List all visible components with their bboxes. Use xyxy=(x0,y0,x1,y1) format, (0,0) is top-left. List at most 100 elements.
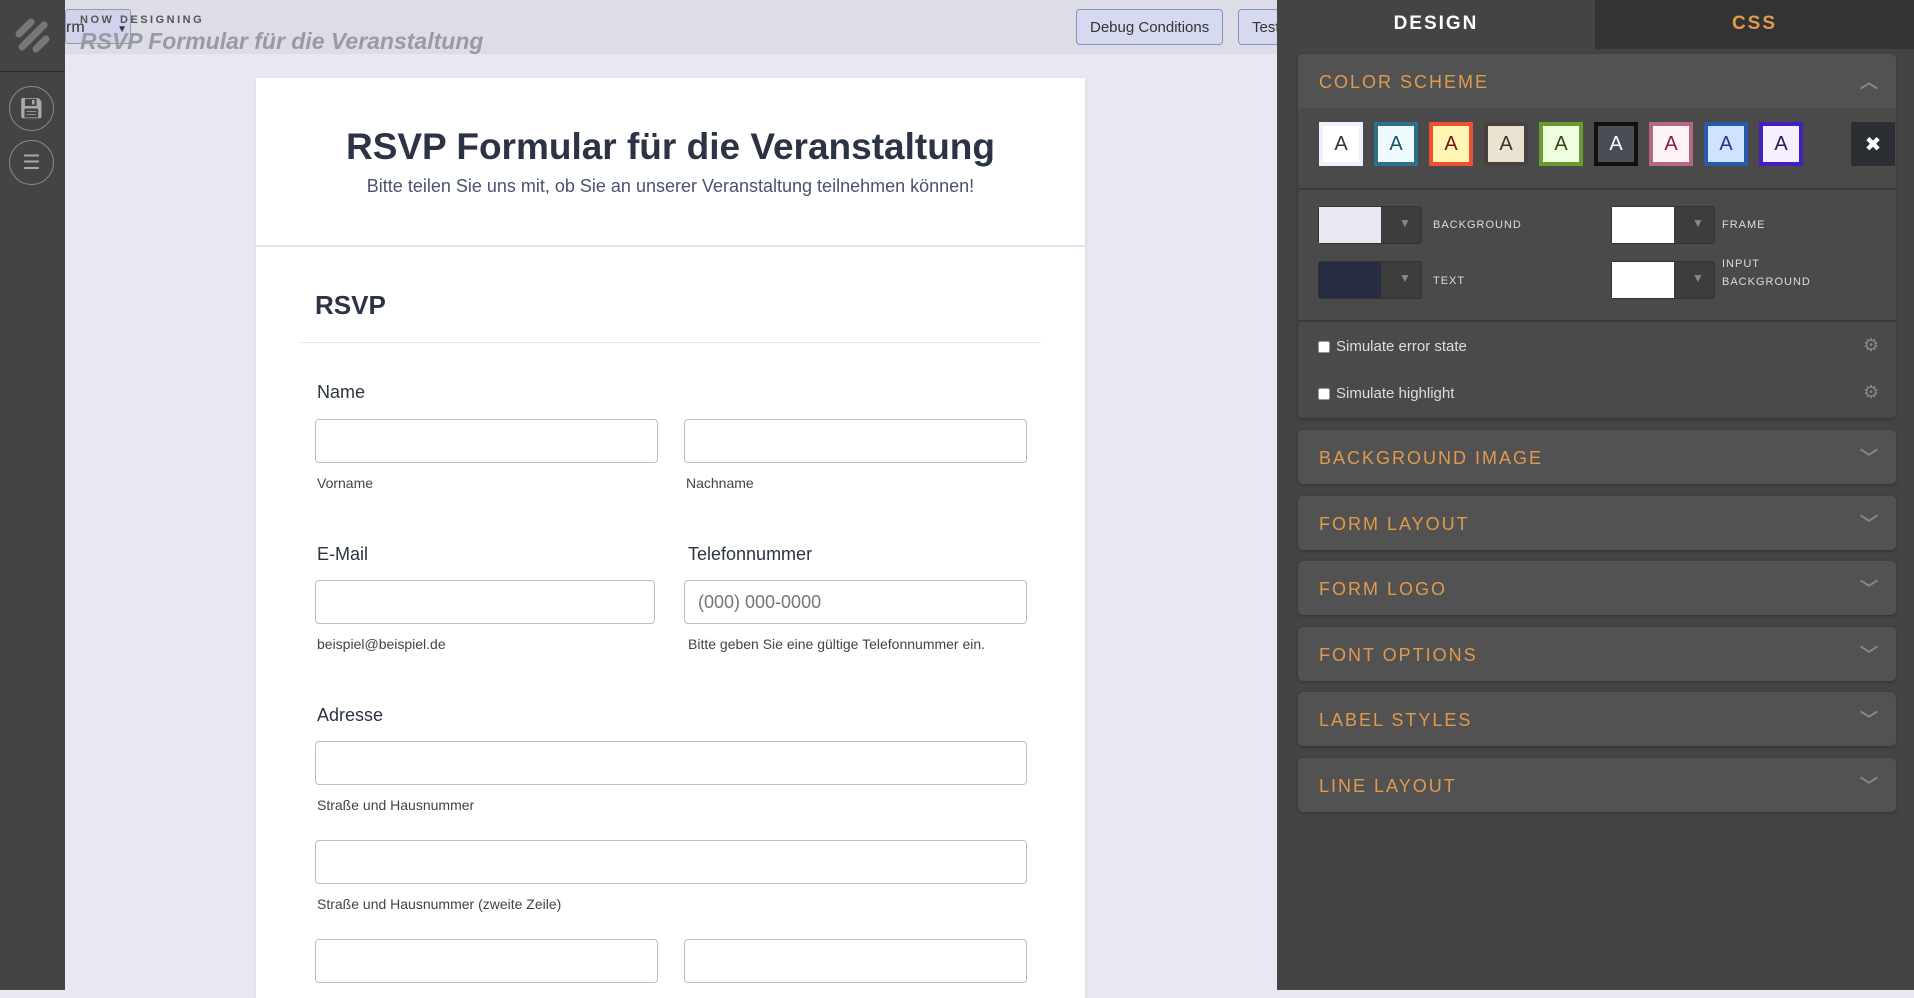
color-scheme-swatch[interactable]: A xyxy=(1539,122,1583,166)
simulate-highlight-label: Simulate highlight xyxy=(1336,385,1455,402)
background-label: BACKGROUND xyxy=(1433,219,1522,231)
reset-scheme-button[interactable]: ✖ xyxy=(1851,122,1895,166)
street-input[interactable] xyxy=(315,741,1027,785)
last-name-hint: Nachname xyxy=(686,475,754,491)
swatch-letter: A xyxy=(1664,132,1678,155)
gear-icon[interactable]: ⚙ xyxy=(1863,382,1879,403)
swatch-letter: A xyxy=(1499,132,1513,155)
left-sidebar: 💾︎ ☰ xyxy=(0,0,65,990)
chevron-down-icon: ﹀ xyxy=(1860,513,1878,534)
input-background-label-line2: BACKGROUND xyxy=(1722,276,1811,288)
first-name-hint: Vorname xyxy=(317,475,374,491)
simulate-error-label: Simulate error state xyxy=(1336,338,1467,355)
text-color-picker[interactable]: ▼ xyxy=(1318,261,1422,299)
last-name-input[interactable] xyxy=(684,419,1027,463)
save-icon: 💾︎ xyxy=(18,98,45,120)
chevron-down-icon: ﹀ xyxy=(1860,710,1878,730)
email-label: E-Mail xyxy=(317,544,369,564)
section-title: FORM LAYOUT xyxy=(1319,513,1470,534)
frame-label: FRAME xyxy=(1722,219,1766,231)
email-input[interactable] xyxy=(315,580,655,624)
color-scheme-title: COLOR SCHEME xyxy=(1319,72,1490,92)
save-button[interactable]: 💾︎ xyxy=(9,86,54,131)
chevron-down-icon: ﹀ xyxy=(1860,448,1878,468)
input-background-swatch xyxy=(1612,262,1674,298)
now-designing-label: NOW DESIGNING xyxy=(80,14,205,26)
header-divider xyxy=(256,245,1085,247)
phone-label: Telefonnummer xyxy=(688,544,813,564)
first-name-input[interactable] xyxy=(315,419,658,463)
caret-down-icon: ▼ xyxy=(1399,216,1411,230)
chevron-up-icon: ︿ xyxy=(1860,72,1878,92)
section-title: FORM LOGO xyxy=(1319,579,1448,599)
design-panel: DESIGN CSS COLOR SCHEME ︿ ✖ ▼ BACKGROUND… xyxy=(1277,0,1914,990)
section-title: LABEL STYLES xyxy=(1319,710,1473,730)
section-form-logo[interactable]: FORM LOGO ﹀ xyxy=(1298,561,1896,615)
background-color-picker[interactable]: ▼ xyxy=(1318,206,1422,244)
input-background-label-line1: INPUT xyxy=(1722,258,1760,270)
simulate-highlight-checkbox[interactable] xyxy=(1318,388,1330,400)
swatch-letter: A xyxy=(1334,132,1348,155)
caret-down-icon: ▼ xyxy=(1692,271,1704,285)
section-label-styles[interactable]: LABEL STYLES ﹀ xyxy=(1298,692,1896,746)
frame-swatch xyxy=(1612,207,1674,243)
section-title: FONT OPTIONS xyxy=(1319,644,1478,665)
swatch-letter: A xyxy=(1609,132,1623,155)
debug-conditions-button[interactable]: Debug Conditions xyxy=(1076,9,1224,45)
section-line-layout[interactable]: LINE LAYOUT ﹀ xyxy=(1298,757,1896,812)
tab-css[interactable]: CSS xyxy=(1595,0,1914,49)
color-scheme-swatch[interactable]: A xyxy=(1704,122,1748,166)
gear-icon[interactable]: ⚙ xyxy=(1863,335,1879,356)
form-title-heading: RSVP Formular für die Veranstaltung xyxy=(80,28,484,54)
street2-input[interactable] xyxy=(315,840,1027,884)
background-swatch xyxy=(1319,207,1381,243)
divider xyxy=(1298,188,1896,190)
menu-button[interactable]: ☰ xyxy=(9,140,54,185)
section-title: BACKGROUND IMAGE xyxy=(1319,448,1544,468)
sidebar-divider xyxy=(0,71,65,72)
city-input[interactable] xyxy=(315,939,658,983)
logo-icon xyxy=(15,18,50,53)
swatch-letter: A xyxy=(1389,132,1403,155)
section-heading: RSVP xyxy=(315,290,386,320)
swatch-letter: A xyxy=(1554,132,1568,155)
swatch-letter: A xyxy=(1444,132,1458,155)
form-subtitle: Bitte teilen Sie uns mit, ob Sie an unse… xyxy=(366,176,975,196)
name-label: Name xyxy=(317,382,366,402)
form-title: RSVP Formular für die Veranstaltung xyxy=(345,126,996,167)
simulate-error-checkbox[interactable] xyxy=(1318,341,1330,353)
color-scheme-header[interactable]: COLOR SCHEME ︿ xyxy=(1298,54,1896,108)
section-font-options[interactable]: FONT OPTIONS ﹀ xyxy=(1298,626,1896,681)
form-card: RSVP Formular für die Veranstaltung Bitt… xyxy=(256,78,1085,998)
divider xyxy=(1298,320,1896,322)
tab-design[interactable]: DESIGN xyxy=(1277,0,1595,49)
email-hint: beispiel@beispiel.de xyxy=(317,636,446,652)
text-label: TEXT xyxy=(1433,275,1466,287)
color-scheme-swatch[interactable]: A xyxy=(1429,122,1473,166)
section-divider xyxy=(299,342,1041,343)
color-scheme-swatch[interactable]: A xyxy=(1319,122,1363,166)
swatch-letter: A xyxy=(1774,132,1788,155)
phone-hint: Bitte geben Sie eine gültige Telefonnumm… xyxy=(688,636,986,652)
color-scheme-swatch[interactable]: A xyxy=(1649,122,1693,166)
text-swatch xyxy=(1319,262,1381,298)
color-scheme-swatch[interactable]: A xyxy=(1374,122,1418,166)
state-input[interactable] xyxy=(684,939,1027,983)
color-scheme-swatch[interactable]: A xyxy=(1759,122,1803,166)
chevron-down-icon: ﹀ xyxy=(1860,775,1878,796)
caret-down-icon: ▼ xyxy=(1692,216,1704,230)
phone-input[interactable] xyxy=(684,580,1027,624)
color-scheme-section: COLOR SCHEME ︿ ✖ ▼ BACKGROUND ▼ FRAME ▼ … xyxy=(1298,54,1896,418)
color-scheme-swatch[interactable]: A xyxy=(1594,122,1638,166)
swatch-letter: A xyxy=(1719,132,1733,155)
color-scheme-swatch[interactable]: A xyxy=(1484,122,1528,166)
section-title: LINE LAYOUT xyxy=(1319,775,1457,796)
chevron-down-icon: ﹀ xyxy=(1860,644,1878,665)
frame-color-picker[interactable]: ▼ xyxy=(1611,206,1715,244)
close-icon: ✖ xyxy=(1864,133,1882,156)
caret-down-icon: ▼ xyxy=(1399,271,1411,285)
input-background-color-picker[interactable]: ▼ xyxy=(1611,261,1715,299)
section-background-image[interactable]: BACKGROUND IMAGE ﹀ xyxy=(1298,430,1896,484)
street-hint: Straße und Hausnummer xyxy=(317,797,475,813)
section-form-layout[interactable]: FORM LAYOUT ﹀ xyxy=(1298,495,1896,550)
